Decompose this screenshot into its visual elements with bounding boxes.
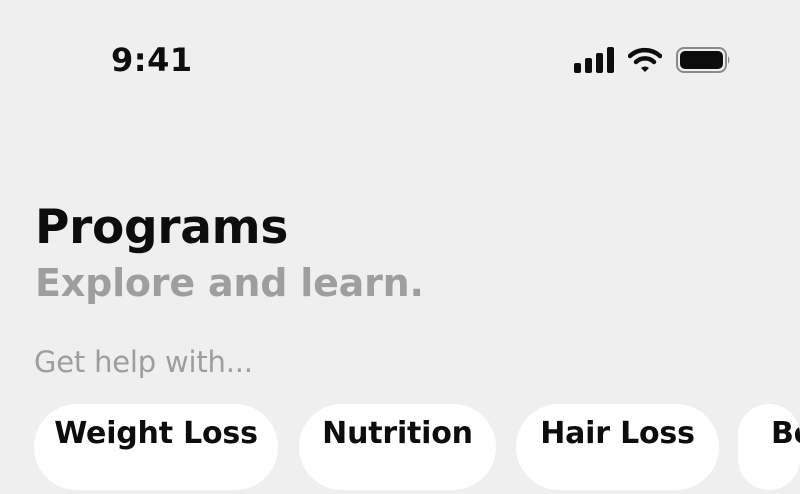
wifi-icon bbox=[628, 47, 662, 73]
status-bar: 9:41 bbox=[0, 0, 800, 120]
chip-nutrition[interactable]: Nutrition bbox=[299, 404, 496, 490]
page-title: Programs bbox=[35, 200, 289, 255]
help-section-label: Get help with... bbox=[34, 345, 253, 379]
battery-icon bbox=[676, 47, 732, 73]
status-icons bbox=[574, 44, 732, 76]
status-time: 9:41 bbox=[111, 41, 193, 79]
chip-partial[interactable]: Be bbox=[738, 404, 800, 490]
page-subtitle: Explore and learn. bbox=[35, 261, 424, 305]
chip-hair-loss[interactable]: Hair Loss bbox=[516, 404, 719, 490]
cellular-signal-icon bbox=[574, 47, 614, 73]
help-topic-chips: Weight Loss Nutrition Hair Loss Be bbox=[34, 404, 800, 494]
page-header: Programs Explore and learn. bbox=[35, 198, 775, 308]
chip-weight-loss[interactable]: Weight Loss bbox=[34, 404, 278, 490]
